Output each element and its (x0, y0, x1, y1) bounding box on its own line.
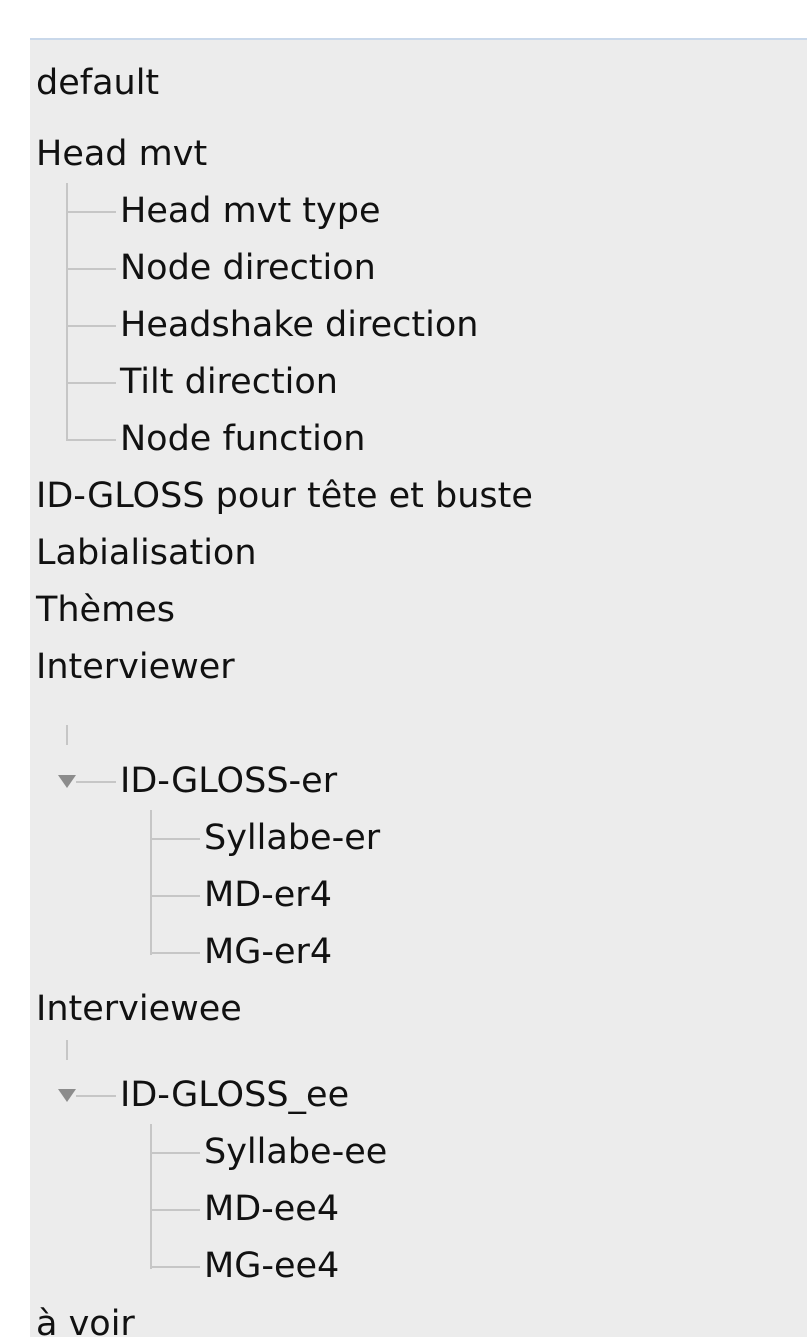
tree-item-md-ee4[interactable]: MD-ee4 (30, 1181, 807, 1238)
tree-item-label: Head mvt type (120, 191, 381, 231)
tree-item-label: Labialisation (36, 533, 257, 573)
tree-item-syllabe-ee[interactable]: Syllabe-ee (30, 1124, 807, 1181)
tree-item-label: MD-ee4 (204, 1189, 340, 1229)
tree-item-node-function[interactable]: Node function (30, 411, 807, 468)
tree-item-label: ID-GLOSS_ee (120, 1075, 350, 1115)
tree-item-label: Thèmes (36, 590, 175, 630)
tree-item-default[interactable]: default (30, 55, 807, 112)
tree-item-id-gloss-tete-buste[interactable]: ID-GLOSS pour tête et buste (30, 468, 807, 525)
tree-item-mg-ee4[interactable]: MG-ee4 (30, 1238, 807, 1295)
tree-guide-line (66, 725, 68, 745)
tree-item-label: Tilt direction (120, 362, 338, 402)
expand-triangle-icon[interactable] (58, 775, 76, 788)
tree-item-label: MD-er4 (204, 875, 332, 915)
tree-item-label: Interviewee (36, 989, 242, 1029)
tree-item-md-er4[interactable]: MD-er4 (30, 867, 807, 924)
tree-item-label: Syllabe-ee (204, 1132, 388, 1172)
tree-item-a-voir[interactable]: à voir (30, 1296, 807, 1337)
tree-item-label: Headshake direction (120, 305, 479, 345)
tree-item-themes[interactable]: Thèmes (30, 582, 807, 639)
tree-item-id-gloss-ee[interactable]: ID-GLOSS_ee (30, 1067, 807, 1124)
tree-item-interviewer[interactable]: Interviewer (30, 639, 807, 696)
tree-item-label: Interviewer (36, 647, 235, 687)
tree-item-label: Node direction (120, 248, 376, 288)
tree-item-label: MG-er4 (204, 932, 333, 972)
tree-item-label: à voir (36, 1304, 135, 1337)
expand-triangle-icon[interactable] (58, 1089, 76, 1102)
tree-item-id-gloss-er[interactable]: ID-GLOSS-er (30, 753, 807, 810)
tree-item-tilt-direction[interactable]: Tilt direction (30, 354, 807, 411)
tree-item-syllabe-er[interactable]: Syllabe-er (30, 810, 807, 867)
tree-item-head-mvt-type[interactable]: Head mvt type (30, 183, 807, 240)
tree-item-head-mvt[interactable]: Head mvt (30, 126, 807, 183)
tree-item-headshake-direction[interactable]: Headshake direction (30, 297, 807, 354)
tree-item-label: Node function (120, 419, 366, 459)
tree-item-interviewee[interactable]: Interviewee (30, 981, 807, 1038)
tree-item-label: default (36, 63, 160, 103)
tree-item-label: Head mvt (36, 134, 208, 174)
tree-item-labialisation[interactable]: Labialisation (30, 525, 807, 582)
tree-item-label: ID-GLOSS pour tête et buste (36, 476, 533, 516)
tree-item-label: Syllabe-er (204, 818, 381, 858)
tier-tree-panel: default Head mvt Head mvt type Node dire… (30, 38, 807, 1337)
tree-item-label: ID-GLOSS-er (120, 761, 338, 801)
tree-item-node-direction[interactable]: Node direction (30, 240, 807, 297)
tree-item-label: MG-ee4 (204, 1246, 340, 1286)
tree-item-mg-er4[interactable]: MG-er4 (30, 924, 807, 981)
tree-guide-line (66, 1040, 68, 1060)
